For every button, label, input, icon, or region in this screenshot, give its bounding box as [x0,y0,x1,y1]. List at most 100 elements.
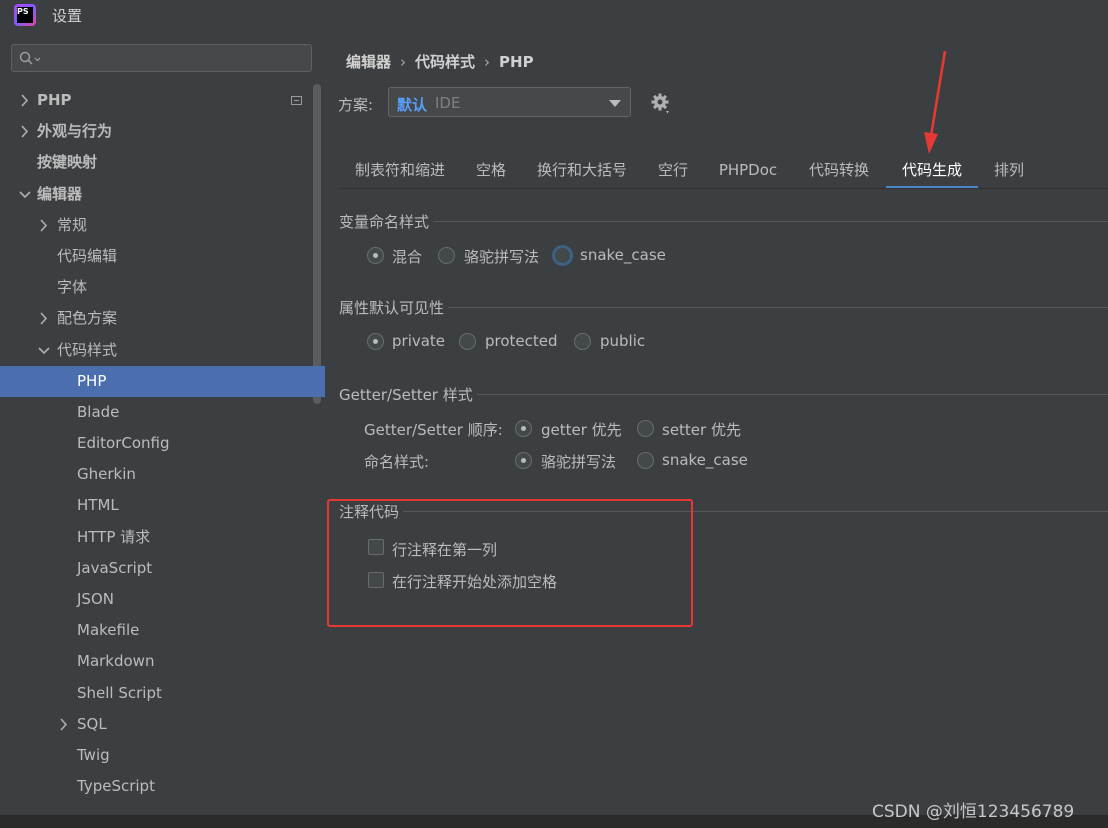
sidebar-item-editor[interactable]: 编辑器 [0,179,325,210]
sidebar-item-http-request[interactable]: HTTP 请求 [0,522,325,553]
tab-code-conversion[interactable]: 代码转换 [792,150,886,188]
sidebar-item-label: 按键映射 [37,153,98,172]
tab-label: 空行 [657,161,688,179]
sidebar-item-label: SQL [77,714,107,733]
sidebar-item-label: Gherkin [77,465,136,484]
sidebar-item-general[interactable]: 常规 [0,210,325,241]
sidebar-item-typescript[interactable]: TypeScript [0,771,325,802]
dropdown-arrow-icon [609,100,621,107]
search-icon [19,51,41,65]
radio-label: private [392,332,446,350]
breadcrumb-separator: › [484,53,491,71]
sidebar-item-label: HTTP 请求 [77,527,151,546]
radio-visibility-protected[interactable] [459,333,476,350]
sidebar-item-code-editing[interactable]: 代码编辑 [0,241,325,272]
sidebar-item-javascript[interactable]: JavaScript [0,553,325,584]
getter-setter-naming-label: 命名样式: [364,453,430,471]
code-generation-content: 变量命名样式 混合 骆驼拼写法 snake_case 属性默认可见性 priva… [325,189,1108,828]
tab-label: 代码转换 [808,161,869,179]
sidebar-item-blade[interactable]: Blade [0,397,325,428]
sidebar-item-appearance[interactable]: 外观与行为 [0,116,325,147]
sidebar-item-shell-script[interactable]: Shell Script [0,678,325,709]
tab-label: 空格 [475,161,506,179]
sidebar-item-font[interactable]: 字体 [0,272,325,303]
chevron-right-icon [21,125,29,138]
sidebar-item-label: 外观与行为 [37,122,113,141]
scheme-label: 方案: [338,96,374,114]
breadcrumb-separator: › [400,53,407,71]
sidebar-item-sql[interactable]: SQL [0,709,325,740]
property-visibility-title: 属性默认可见性 [339,299,445,317]
getter-setter-title: Getter/Setter 样式 [339,386,473,404]
variable-naming-title: 变量命名样式 [339,213,430,231]
radio-naming-camelcase[interactable] [438,247,455,264]
tab-arrangement[interactable]: 排列 [978,150,1040,188]
sidebar-item-code-style[interactable]: 代码样式 [0,335,325,366]
sidebar-item-label: 编辑器 [37,184,83,203]
tab-label: 制表符和缩进 [354,161,445,179]
getter-setter-order-label: Getter/Setter 顺序: [364,421,503,439]
sidebar-item-label: HTML [77,496,119,515]
sidebar-item-label: Blade [77,402,120,421]
breadcrumb-item[interactable]: 代码样式 [415,53,475,71]
sidebar-item-editorconfig[interactable]: EditorConfig [0,428,325,459]
radio-accessor-snake-case[interactable] [637,452,654,469]
radio-label: public [600,332,646,350]
sidebar-item-html[interactable]: HTML [0,490,325,521]
settings-sidebar: PHP 外观与行为 按键映射 编辑器 常规 代码编辑 字体 配色方案 代码样式 … [0,30,325,828]
chevron-down-icon [38,346,50,354]
tab-phpdoc[interactable]: PHPDoc [704,150,792,188]
radio-naming-mixed[interactable] [367,247,384,264]
sidebar-item-json[interactable]: JSON [0,584,325,615]
sidebar-item-gherkin[interactable]: Gherkin [0,459,325,490]
phpstorm-logo-icon: PS [14,4,36,26]
sidebar-item-label: 配色方案 [57,309,118,328]
radio-label: snake_case [662,451,748,469]
radio-label: setter 优先 [662,421,741,439]
sidebar-item-label: PHP [37,91,72,109]
project-scope-icon [291,96,302,105]
tab-bar: 制表符和缩进 空格 换行和大括号 空行 PHPDoc 代码转换 代码生成 排列 [340,150,1100,189]
breadcrumb: 编辑器 › 代码样式 › PHP [346,51,534,72]
sidebar-item-color-scheme[interactable]: 配色方案 [0,303,325,334]
sidebar-item-code-style-php[interactable]: PHP [0,365,325,397]
radio-visibility-private[interactable] [367,333,384,350]
tab-wrapping-and-braces[interactable]: 换行和大括号 [522,150,642,188]
breadcrumb-item: PHP [499,53,534,71]
sidebar-item-label: 代码编辑 [57,246,118,265]
sidebar-item-label: 字体 [57,278,88,297]
radio-visibility-public[interactable] [574,333,591,350]
sidebar-item-label: Makefile [77,621,140,640]
sidebar-item-makefile[interactable]: Makefile [0,615,325,646]
radio-label: snake_case [580,246,666,264]
chevron-down-icon [19,190,31,198]
sidebar-item-label: 代码样式 [57,340,118,359]
scheme-dropdown[interactable]: 默认 IDE [388,87,631,117]
search-input[interactable] [11,44,312,72]
scheme-type: IDE [435,94,461,112]
tab-blank-lines[interactable]: 空行 [642,150,704,188]
radio-setter-first[interactable] [637,420,654,437]
watermark: CSDN @刘恒123456789 [872,802,1075,822]
sidebar-item-twig[interactable]: Twig [0,740,325,771]
radio-getter-first[interactable] [515,420,532,437]
sidebar-item-label: JSON [77,590,114,608]
radio-naming-snake-case[interactable] [552,245,573,266]
sidebar-item-label: PHP [77,371,107,390]
sidebar-item-label: 常规 [57,215,88,234]
tab-spaces[interactable]: 空格 [460,150,522,188]
radio-label: getter 优先 [541,421,622,439]
settings-tree: PHP 外观与行为 按键映射 编辑器 常规 代码编辑 字体 配色方案 代码样式 … [0,85,325,802]
sidebar-item-php[interactable]: PHP [0,85,325,116]
gear-icon[interactable] [651,93,671,115]
tab-label: 换行和大括号 [536,161,627,179]
title-bar: PS 设置 [0,0,1108,30]
group-divider [433,221,1108,222]
radio-accessor-camelcase[interactable] [515,452,532,469]
scheme-value: 默认 [397,96,428,114]
tab-tabs-and-indents[interactable]: 制表符和缩进 [340,150,460,188]
sidebar-item-keymap[interactable]: 按键映射 [0,147,325,178]
group-divider [477,394,1108,395]
breadcrumb-item[interactable]: 编辑器 [346,53,391,71]
sidebar-item-markdown[interactable]: Markdown [0,646,325,677]
